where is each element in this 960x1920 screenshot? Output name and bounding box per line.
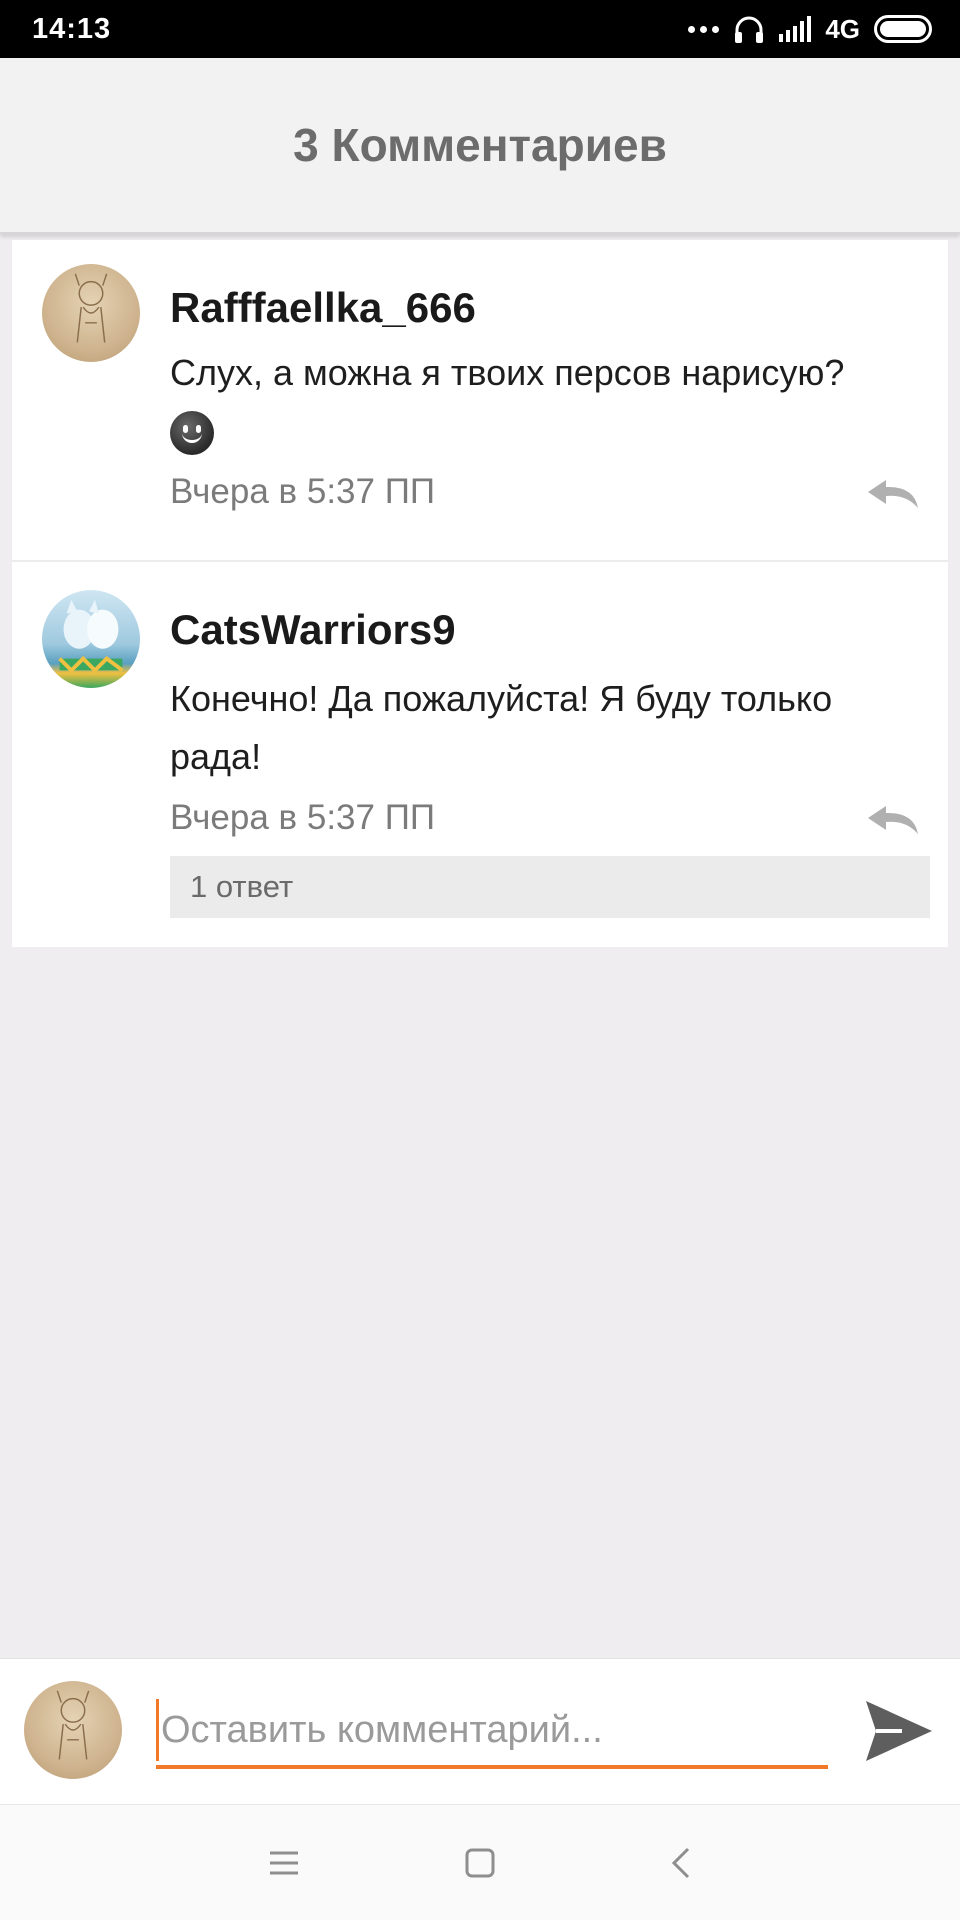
comment-timestamp: Вчера в 5:37 ПП — [170, 472, 436, 511]
signal-icon — [779, 16, 812, 42]
smiling-face-icon — [170, 411, 214, 456]
send-icon[interactable] — [862, 1697, 934, 1765]
page-title: 3 Комментариев — [293, 119, 667, 171]
home-icon[interactable] — [460, 1843, 500, 1883]
comment-item: Rafffaellka_666 Слух, а можна я твоих пе… — [12, 240, 948, 562]
avatar-cats-image — [58, 599, 124, 674]
comment-username[interactable]: CatsWarriors9 — [170, 606, 456, 654]
menu-icon[interactable] — [264, 1843, 304, 1883]
reply-arrow-icon[interactable] — [866, 476, 920, 512]
status-icons: 4G — [688, 14, 932, 45]
current-user-avatar — [24, 1681, 122, 1779]
back-icon[interactable] — [662, 1843, 702, 1883]
more-dots-icon — [688, 25, 720, 33]
comments-screen: 14:13 4G 3 Комментариев Rafffaellka_666 … — [0, 0, 960, 1920]
avatar[interactable] — [42, 590, 140, 688]
avatar-sketch-image — [74, 273, 108, 343]
avatar-sketch-image — [56, 1690, 90, 1760]
system-nav-bar — [0, 1804, 960, 1920]
status-bar: 14:13 4G — [0, 0, 960, 58]
input-underline — [156, 1765, 828, 1769]
comment-text: Слух, а можна я твоих персов нарисую? — [170, 344, 930, 460]
comment-composer — [0, 1658, 960, 1804]
headphones-icon — [735, 16, 764, 43]
comment-item: CatsWarriors9 Конечно! Да пожалуйста! Я … — [12, 562, 948, 947]
replies-button[interactable]: 1 ответ — [170, 856, 930, 918]
comment-input[interactable] — [156, 1699, 826, 1761]
replies-label: 1 ответ — [190, 869, 294, 904]
comment-username[interactable]: Rafffaellka_666 — [170, 284, 476, 332]
battery-icon — [874, 15, 932, 43]
comment-body: Слух, а можна я твоих персов нарисую? — [170, 352, 845, 393]
comment-timestamp: Вчера в 5:37 ПП — [170, 798, 436, 837]
comment-body: Конечно! Да пожалуйста! Я буду только ра… — [170, 678, 833, 777]
header: 3 Комментариев — [0, 58, 960, 234]
reply-arrow-icon[interactable] — [866, 802, 920, 838]
status-time: 14:13 — [32, 12, 112, 45]
network-type: 4G — [825, 13, 860, 44]
avatar[interactable] — [42, 264, 140, 362]
